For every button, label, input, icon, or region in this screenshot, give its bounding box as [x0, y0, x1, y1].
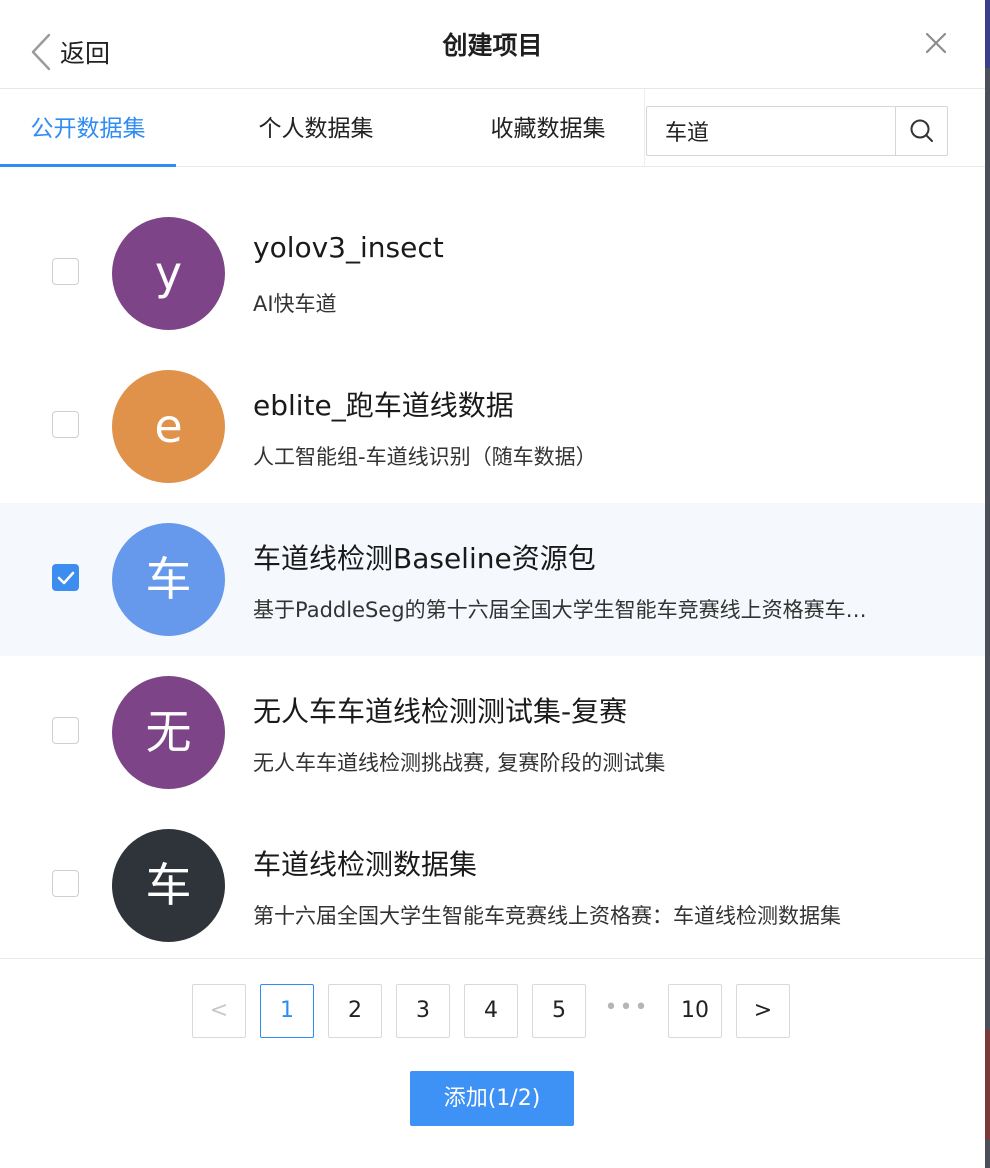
- page-button-4[interactable]: 4: [464, 984, 518, 1038]
- dataset-description: 基于PaddleSeg的第十六届全国大学生智能车竞赛线上资格赛车道线检测Base…: [253, 598, 883, 622]
- dataset-title: yolov3_insect: [253, 231, 444, 264]
- list-item[interactable]: 车 车道线检测数据集 第十六届全国大学生智能车竞赛线上资格赛：车道线检测数据集: [0, 809, 985, 962]
- close-icon[interactable]: [923, 30, 949, 56]
- list-item-selected[interactable]: 车 车道线检测Baseline资源包 基于PaddleSeg的第十六届全国大学生…: [0, 503, 985, 656]
- dataset-list: y yolov3_insect AI快车道 e eblite_跑车道线数据 人工…: [0, 197, 985, 962]
- avatar: 车: [112, 523, 225, 636]
- divider: [644, 89, 645, 166]
- tab-favorite-datasets[interactable]: 收藏数据集: [462, 89, 634, 166]
- dataset-title: 无人车车道线检测测试集-复赛: [253, 695, 628, 728]
- page-button-3[interactable]: 3: [396, 984, 450, 1038]
- avatar: 无: [112, 676, 225, 789]
- background-accent-bottom: [985, 1030, 990, 1140]
- dialog-title: 创建项目: [442, 31, 543, 60]
- dataset-checkbox-checked[interactable]: [52, 564, 79, 591]
- page-button-5[interactable]: 5: [532, 984, 586, 1038]
- tab-personal-datasets[interactable]: 个人数据集: [230, 89, 402, 166]
- list-item[interactable]: y yolov3_insect AI快车道: [0, 197, 985, 350]
- dataset-description: 人工智能组-车道线识别（随车数据）: [253, 445, 597, 469]
- dataset-checkbox[interactable]: [52, 411, 79, 438]
- search-input[interactable]: [647, 107, 897, 155]
- avatar: e: [112, 370, 225, 483]
- dataset-title: eblite_跑车道线数据: [253, 389, 514, 422]
- dataset-tabs: 公开数据集 个人数据集 收藏数据集: [0, 89, 985, 167]
- avatar: 车: [112, 829, 225, 942]
- dataset-checkbox[interactable]: [52, 870, 79, 897]
- dataset-checkbox[interactable]: [52, 258, 79, 285]
- dataset-description: AI快车道: [253, 292, 337, 316]
- list-item[interactable]: e eblite_跑车道线数据 人工智能组-车道线识别（随车数据）: [0, 350, 985, 503]
- list-item[interactable]: 无 无人车车道线检测测试集-复赛 无人车车道线检测挑战赛, 复赛阶段的测试集: [0, 656, 985, 809]
- page-button-2[interactable]: 2: [328, 984, 382, 1038]
- create-project-dialog: 返回 创建项目 公开数据集 个人数据集 收藏数据集 车道 y yolov3_in…: [0, 0, 985, 1168]
- dataset-title: 车道线检测数据集: [253, 848, 478, 881]
- dataset-title: 车道线检测Baseline资源包: [253, 542, 596, 575]
- dataset-checkbox[interactable]: [52, 717, 79, 744]
- background-window-edge: [985, 0, 990, 1168]
- add-button[interactable]: 添加(1/2): [410, 1071, 574, 1126]
- next-page-button[interactable]: >: [736, 984, 790, 1038]
- tab-public-datasets[interactable]: 公开数据集: [0, 89, 176, 167]
- page-button-10[interactable]: 10: [668, 984, 722, 1038]
- background-accent-top: [985, 0, 990, 68]
- dataset-description: 无人车车道线检测挑战赛, 复赛阶段的测试集: [253, 751, 666, 775]
- prev-page-button[interactable]: <: [192, 984, 246, 1038]
- dataset-description: 第十六届全国大学生智能车竞赛线上资格赛：车道线检测数据集: [253, 904, 841, 928]
- dialog-header: 返回 创建项目: [0, 0, 985, 89]
- checkmark-icon: [57, 571, 75, 585]
- page-button-1[interactable]: 1: [260, 984, 314, 1038]
- search-button[interactable]: [895, 107, 947, 155]
- search-box: [646, 106, 948, 156]
- search-icon: [910, 119, 933, 142]
- avatar: y: [112, 217, 225, 330]
- footer-divider: [0, 958, 985, 959]
- page-ellipsis[interactable]: •••: [600, 984, 654, 1038]
